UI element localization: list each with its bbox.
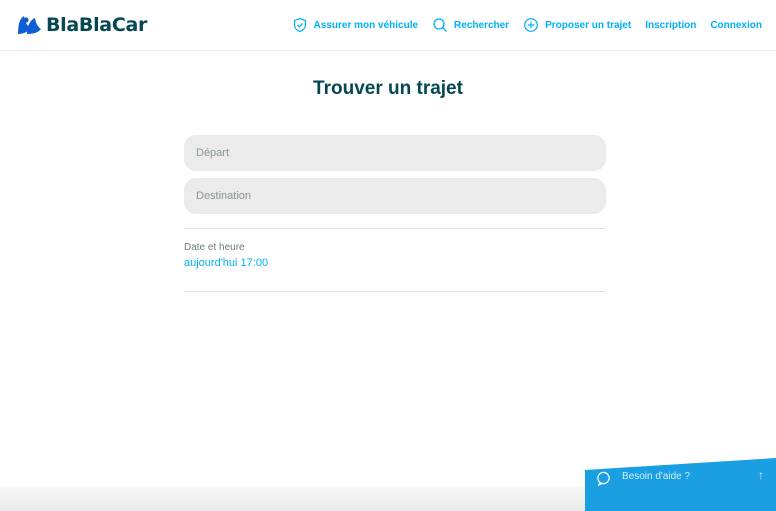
logo-text: BlaBlaCar — [46, 14, 148, 36]
chat-bubble-icon — [597, 471, 610, 486]
nav-search[interactable]: Rechercher — [432, 17, 509, 33]
shield-check-icon — [293, 17, 306, 33]
nav-offer-ride-label: Proposer un trajet — [545, 19, 632, 31]
nav-signup-label: Inscription — [645, 19, 697, 31]
help-label: Besoin d'aide ? — [622, 471, 691, 482]
blablacar-logo[interactable]: BlaBlaCar — [16, 12, 147, 38]
search-icon — [433, 18, 447, 32]
nav-insure-vehicle-label: Assurer mon véhicule — [313, 19, 419, 31]
nav-insure-vehicle[interactable]: Assurer mon véhicule — [292, 17, 418, 33]
destination-input[interactable] — [184, 178, 606, 214]
divider — [184, 291, 606, 292]
nav-login-label: Connexion — [710, 19, 762, 31]
top-nav: Assurer mon véhicule Rechercher Proposer… — [292, 0, 762, 50]
top-header: BlaBlaCar Assurer mon véhicule Recherche… — [0, 0, 776, 51]
blablacar-logo-icon — [18, 16, 41, 34]
plus-circle-icon — [524, 18, 538, 32]
date-time-label: Date et heure — [184, 242, 245, 253]
page-title: Trouver un trajet — [313, 78, 463, 99]
arrow-up-icon[interactable]: ↑ — [758, 468, 764, 482]
nav-login[interactable]: Connexion — [710, 20, 762, 31]
nav-search-label: Rechercher — [454, 19, 510, 31]
departure-input[interactable] — [184, 135, 606, 171]
nav-signup[interactable]: Inscription — [645, 20, 696, 31]
date-time-value[interactable]: aujourd'hui 17:00 — [184, 257, 606, 269]
divider — [184, 228, 606, 229]
nav-offer-ride[interactable]: Proposer un trajet — [523, 17, 631, 33]
date-time-picker[interactable]: Date et heure aujourd'hui 17:00 — [184, 242, 606, 269]
help-button[interactable]: Besoin d'aide ? ↑ — [585, 458, 776, 511]
